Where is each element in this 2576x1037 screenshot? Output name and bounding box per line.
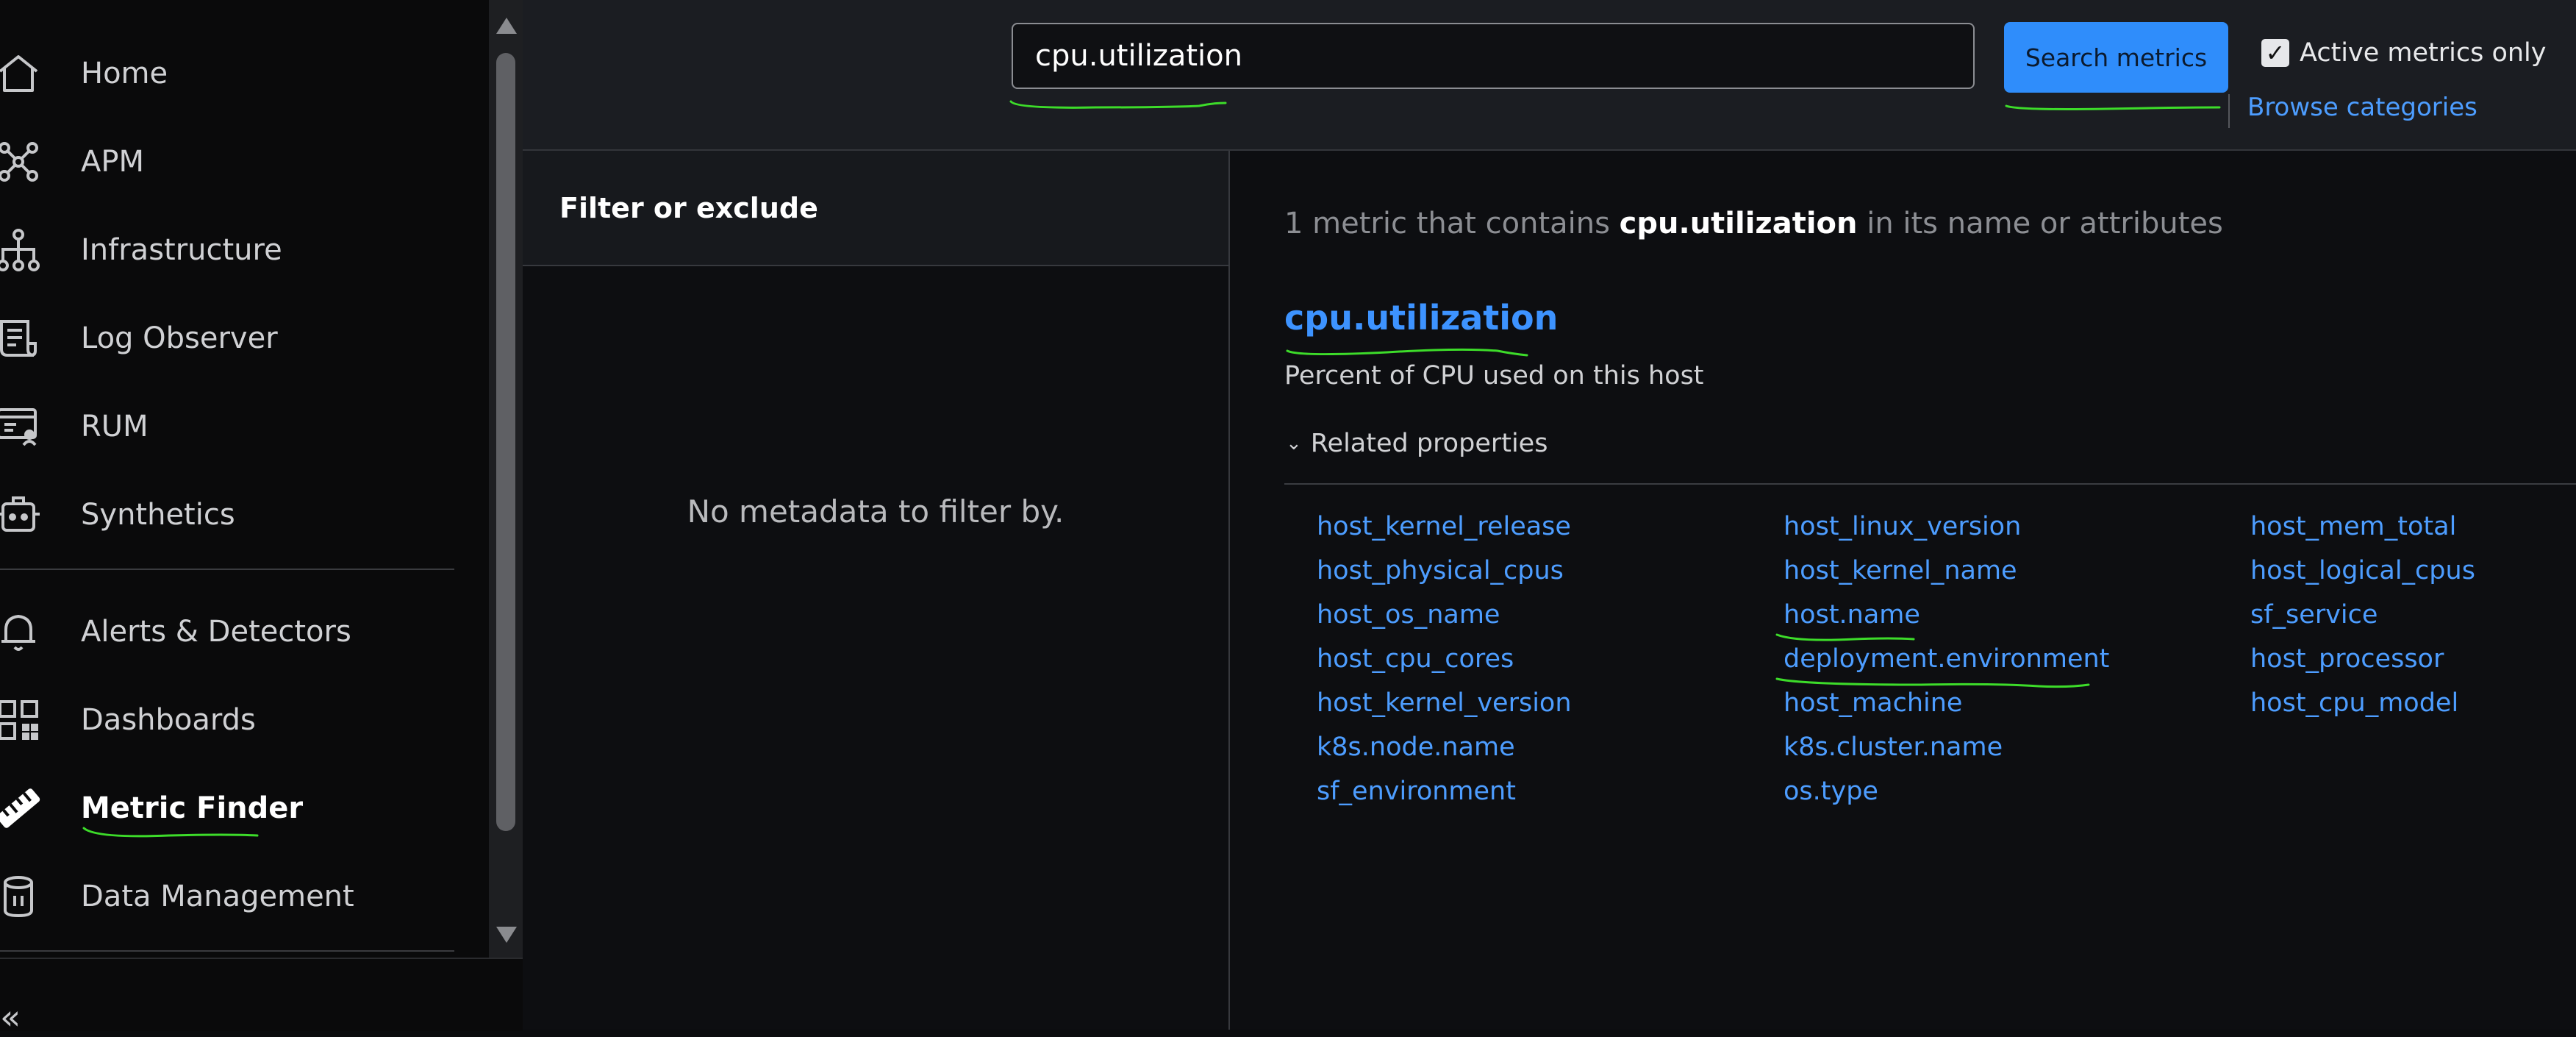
annotation-underline	[2005, 104, 2221, 110]
metric-name-link[interactable]: cpu.utilization	[1284, 298, 1558, 338]
chevron-down-icon: ⌄	[1286, 432, 1302, 455]
filter-title: Filter or exclude	[559, 192, 818, 224]
annotation-underline	[1009, 100, 1227, 109]
checkbox-checked-icon[interactable]: ✓	[2261, 39, 2289, 67]
sidebar-scrollbar[interactable]	[489, 0, 523, 958]
scroll-down-arrow-icon[interactable]	[496, 927, 517, 943]
sidebar: Home APM Infrastructure Log Observer RUM…	[0, 0, 489, 958]
nav-divider	[0, 569, 454, 570]
related-property-link[interactable]: deployment.environment	[1783, 644, 2109, 674]
search-input[interactable]	[1012, 23, 1975, 89]
summary-term: cpu.utilization	[1619, 207, 1858, 240]
active-metrics-only-label: Active metrics only	[2300, 38, 2547, 68]
nav-item-rum[interactable]: RUM	[0, 393, 456, 460]
sidebar-footer: «	[0, 958, 523, 1037]
search-bar: Search metrics ✓ Active metrics only Bro…	[523, 0, 2576, 151]
nav-divider	[0, 950, 454, 952]
related-property-link[interactable]: host_machine	[1783, 688, 1962, 718]
related-property-link[interactable]: k8s.cluster.name	[1783, 733, 2003, 762]
related-property-link[interactable]: host_os_name	[1317, 600, 1500, 630]
related-property-link[interactable]: host_kernel_release	[1317, 512, 1571, 541]
related-property-link[interactable]: host_processor	[2250, 644, 2444, 674]
nav-label: Metric Finder	[81, 791, 304, 825]
nav-item-apm[interactable]: APM	[0, 129, 456, 195]
nav-item-alerts-detectors[interactable]: Alerts & Detectors	[0, 599, 456, 665]
apm-icon	[0, 138, 43, 186]
related-property-link[interactable]: host_linux_version	[1783, 512, 2021, 541]
summary-count: 1 metric that contains	[1284, 207, 1610, 240]
database-icon	[0, 872, 43, 921]
related-property-link[interactable]: k8s.node.name	[1317, 733, 1515, 762]
filter-panel: Filter or exclude No metadata to filter …	[523, 151, 1230, 1030]
search-metrics-button[interactable]: Search metrics	[2004, 22, 2228, 93]
related-property-link[interactable]: host_physical_cpus	[1317, 556, 1564, 585]
related-property-link[interactable]: host_kernel_version	[1317, 688, 1572, 718]
scroll-thumb[interactable]	[496, 53, 515, 831]
log-observer-icon	[0, 314, 43, 363]
home-icon	[0, 49, 43, 98]
nav-label: RUM	[81, 410, 149, 443]
nav-item-dashboards[interactable]: Dashboards	[0, 687, 456, 753]
synthetics-icon	[0, 491, 43, 539]
related-property-link[interactable]: host_cpu_cores	[1317, 644, 1514, 674]
nav-label: Alerts & Detectors	[81, 615, 351, 649]
results-panel: 1 metric that contains cpu.utilization i…	[1230, 151, 2576, 1030]
summary-suffix: in its name or attributes	[1867, 207, 2223, 240]
filter-header: Filter or exclude	[523, 151, 1228, 266]
related-property-link[interactable]: os.type	[1783, 777, 1878, 806]
related-property-link[interactable]: sf_environment	[1317, 777, 1516, 806]
collapse-sidebar-icon[interactable]: «	[0, 997, 21, 1037]
nav-label: Infrastructure	[81, 233, 282, 267]
rum-icon	[0, 402, 43, 451]
scroll-up-arrow-icon[interactable]	[496, 18, 517, 34]
nav-label: Log Observer	[81, 321, 278, 355]
related-property-link[interactable]: host_logical_cpus	[2250, 556, 2475, 585]
infrastructure-icon	[0, 226, 43, 274]
results-summary: 1 metric that contains cpu.utilization i…	[1284, 207, 2223, 240]
divider	[2228, 94, 2230, 128]
nav-item-synthetics[interactable]: Synthetics	[0, 482, 456, 548]
nav-label: Synthetics	[81, 498, 235, 532]
related-property-link[interactable]: sf_service	[2250, 600, 2378, 630]
related-properties-label: Related properties	[1310, 429, 1548, 458]
dashboards-icon	[0, 696, 43, 744]
related-property-link[interactable]: host_kernel_name	[1783, 556, 2017, 585]
nav-item-metric-finder[interactable]: Metric Finder	[0, 775, 456, 841]
nav-item-data-management[interactable]: Data Management	[0, 863, 456, 930]
related-properties-toggle[interactable]: ⌄ Related properties	[1286, 429, 1548, 458]
browse-categories-link[interactable]: Browse categories	[2247, 93, 2477, 122]
divider	[1284, 483, 2576, 485]
bell-icon	[0, 607, 43, 656]
related-property-link[interactable]: host.name	[1783, 600, 1920, 630]
annotation-underline	[1286, 348, 1528, 357]
nav-item-infrastructure[interactable]: Infrastructure	[0, 217, 456, 283]
nav-label: APM	[81, 145, 144, 179]
nav-label: Dashboards	[81, 703, 256, 737]
annotation-underline	[1775, 633, 1915, 641]
nav-item-log-observer[interactable]: Log Observer	[0, 305, 456, 371]
active-metrics-only-checkbox[interactable]: ✓ Active metrics only	[2261, 38, 2547, 68]
nav-label: Home	[81, 57, 168, 90]
ruler-icon	[0, 784, 43, 833]
related-property-link[interactable]: host_cpu_model	[2250, 688, 2458, 718]
metric-description: Percent of CPU used on this host	[1284, 361, 1704, 391]
nav-item-home[interactable]: Home	[0, 40, 456, 107]
nav-label: Data Management	[81, 880, 354, 913]
empty-state-text: No metadata to filter by.	[687, 493, 1065, 530]
related-property-link[interactable]: host_mem_total	[2250, 512, 2456, 541]
